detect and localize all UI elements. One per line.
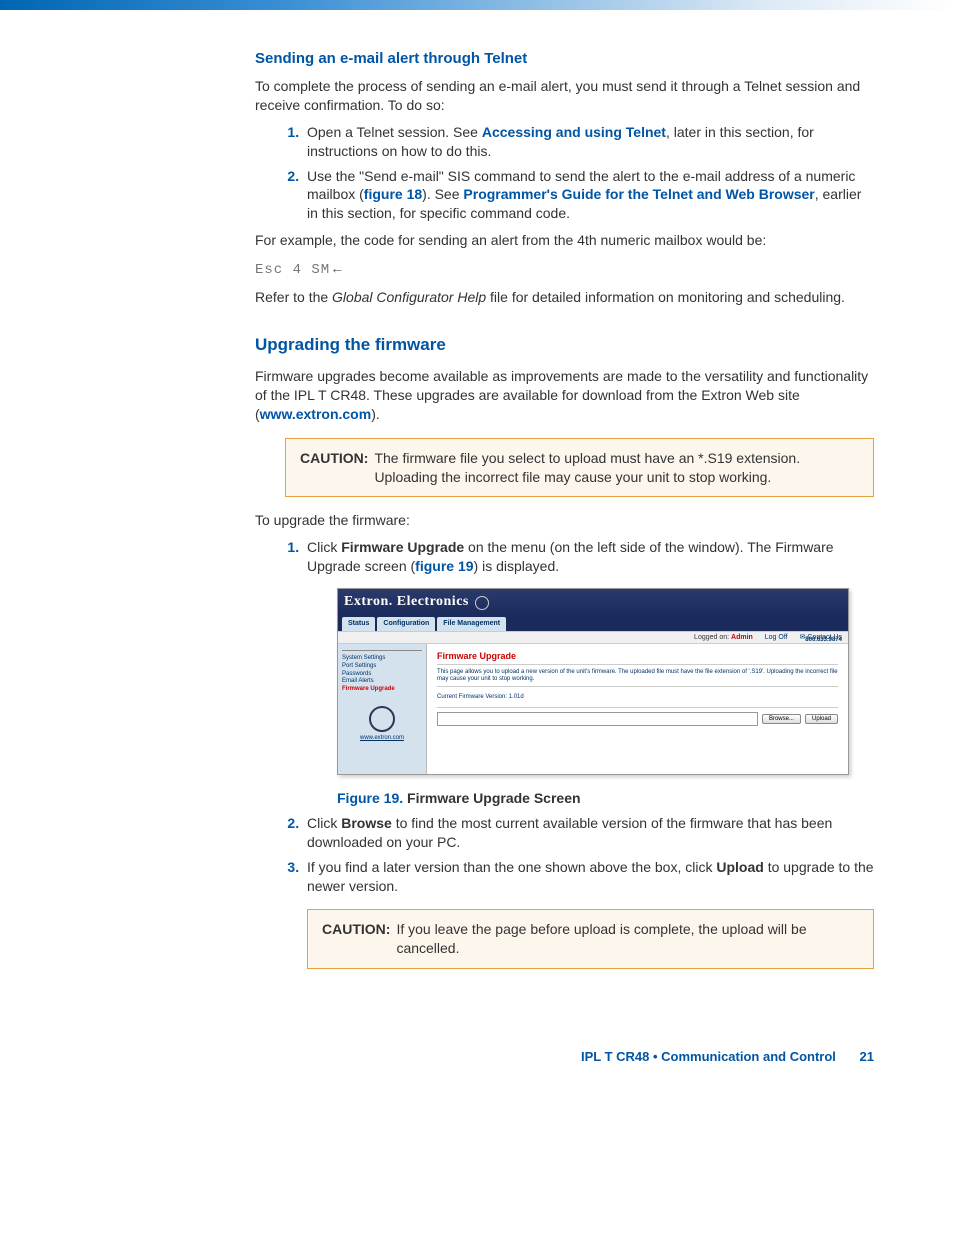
refer-paragraph: Refer to the Global Configurator Help fi… xyxy=(255,288,874,307)
ss-logo-link[interactable]: www.extron.com xyxy=(342,734,422,742)
side-system-settings[interactable]: System Settings xyxy=(342,655,422,663)
p4-a: Refer to the xyxy=(255,289,332,305)
ss-tabs: Status Configuration File Management xyxy=(338,617,848,630)
ss-logged-user: Admin xyxy=(731,634,753,641)
us1-bold: Firmware Upgrade xyxy=(341,539,464,555)
caution-box-1: CAUTION: The firmware file you select to… xyxy=(285,438,874,498)
tab-file-management[interactable]: File Management xyxy=(437,617,506,630)
us3-bold: Upload xyxy=(716,859,763,875)
firmware-upgrade-screenshot: Extron. Electronics Status Configuration… xyxy=(337,588,849,775)
upgrade-lead: To upgrade the firmware: xyxy=(255,511,874,530)
ss-file-input[interactable] xyxy=(437,712,758,726)
footer-page-number: 21 xyxy=(860,1049,874,1064)
enter-arrow-icon: ← xyxy=(330,260,345,276)
intro-paragraph: To complete the process of sending an e-… xyxy=(255,77,874,115)
us3-a: If you find a later version than the one… xyxy=(307,859,716,875)
heading-upgrading: Upgrading the firmware xyxy=(255,335,874,355)
telnet-step-1: Open a Telnet session. See Accessing and… xyxy=(303,123,874,161)
caution-text-2: If you leave the page before upload is c… xyxy=(396,920,859,958)
ss-panel-title: Firmware Upgrade xyxy=(437,650,838,662)
figure-19-number: Figure 19. xyxy=(337,790,403,806)
side-port-settings[interactable]: Port Settings xyxy=(342,663,422,671)
side-firmware-upgrade[interactable]: Firmware Upgrade xyxy=(342,686,422,694)
code-text: Esc 4 SM xyxy=(255,262,330,278)
upgrade-step-3: If you find a later version than the one… xyxy=(303,858,874,970)
upgrade-step-2: Click Browse to find the most current av… xyxy=(303,814,874,852)
ss-main-divider-1 xyxy=(437,664,838,665)
side-passwords[interactable]: Passwords xyxy=(342,671,422,679)
link-accessing-telnet[interactable]: Accessing and using Telnet xyxy=(482,124,666,140)
link-figure-19[interactable]: figure 19 xyxy=(415,558,473,574)
top-gradient-bar xyxy=(0,0,954,10)
page-footer: IPL T CR48 • Communication and Control 2… xyxy=(255,1049,874,1064)
step1-text-a: Open a Telnet session. See xyxy=(307,124,482,140)
footer-text: IPL T CR48 • Communication and Control xyxy=(581,1049,836,1064)
side-email-alerts[interactable]: Email Alerts xyxy=(342,678,422,686)
ss-logo-block: www.extron.com xyxy=(342,706,422,742)
ss-status-bar: Logged on: Admin Log Off ✉ Contact Us xyxy=(338,631,848,644)
tab-configuration[interactable]: Configuration xyxy=(377,617,435,630)
page-container: Sending an e-mail alert through Telnet T… xyxy=(0,50,954,1124)
example-paragraph: For example, the code for sending an ale… xyxy=(255,231,874,250)
fw-p1-b: ). xyxy=(371,406,380,422)
us2-a: Click xyxy=(307,815,341,831)
us2-bold: Browse xyxy=(341,815,392,831)
ss-main-divider-2 xyxy=(437,686,838,687)
ss-side-divider xyxy=(342,650,422,651)
upgrade-steps-list: Click Firmware Upgrade on the menu (on t… xyxy=(255,538,874,969)
telnet-step-2: Use the "Send e-mail" SIS command to sen… xyxy=(303,167,874,224)
figure-19-title: Firmware Upgrade Screen xyxy=(403,790,580,806)
ss-phone: 800.633.9874 xyxy=(805,636,842,644)
caution-label-1: CAUTION: xyxy=(300,449,368,487)
ss-logo-icon xyxy=(369,706,395,732)
ss-logged-label: Logged on: xyxy=(694,634,731,641)
us1-a: Click xyxy=(307,539,341,555)
ss-brand-text: Extron. Electronics xyxy=(344,594,469,609)
ss-upload-button[interactable]: Upload xyxy=(805,714,838,724)
globe-icon xyxy=(475,596,489,610)
ss-logoff-link[interactable]: Log Off xyxy=(765,634,788,641)
ss-panel-desc: This page allows you to upload a new ver… xyxy=(437,669,838,683)
ss-upload-row: Browse... Upload xyxy=(437,712,838,726)
ss-sidebar: System Settings Port Settings Passwords … xyxy=(338,644,427,774)
heading-telnet: Sending an e-mail alert through Telnet xyxy=(255,50,874,67)
ss-header: Extron. Electronics xyxy=(338,589,848,617)
p4-b: file for detailed information on monitor… xyxy=(486,289,845,305)
caution-label-2: CAUTION: xyxy=(322,920,390,958)
p4-italic: Global Configurator Help xyxy=(332,289,486,305)
caution-text-1: The firmware file you select to upload m… xyxy=(374,449,859,487)
link-extron-site[interactable]: www.extron.com xyxy=(260,406,372,422)
link-programmers-guide[interactable]: Programmer's Guide for the Telnet and We… xyxy=(463,186,814,202)
caution-box-2: CAUTION: If you leave the page before up… xyxy=(307,909,874,969)
code-sample: Esc 4 SM← xyxy=(255,260,874,278)
content-area: Sending an e-mail alert through Telnet T… xyxy=(255,50,874,1064)
ss-browse-button[interactable]: Browse... xyxy=(762,714,801,724)
us1-c: ) is displayed. xyxy=(474,558,560,574)
upgrade-step-1: Click Firmware Upgrade on the menu (on t… xyxy=(303,538,874,808)
ss-tabs-wrap: Status Configuration File Management 800… xyxy=(338,617,848,630)
ss-firmware-version: Current Firmware Version: 1.01d xyxy=(437,693,838,701)
link-figure-18[interactable]: figure 18 xyxy=(364,186,422,202)
tab-status[interactable]: Status xyxy=(342,617,375,630)
figure-19-caption: Figure 19. Firmware Upgrade Screen xyxy=(337,789,874,808)
firmware-intro: Firmware upgrades become available as im… xyxy=(255,367,874,424)
ss-main-panel: Firmware Upgrade This page allows you to… xyxy=(427,644,848,774)
telnet-steps-list: Open a Telnet session. See Accessing and… xyxy=(255,123,874,223)
ss-main-divider-3 xyxy=(437,707,838,708)
step2-text-b: ). See xyxy=(422,186,463,202)
ss-body: System Settings Port Settings Passwords … xyxy=(338,644,848,774)
